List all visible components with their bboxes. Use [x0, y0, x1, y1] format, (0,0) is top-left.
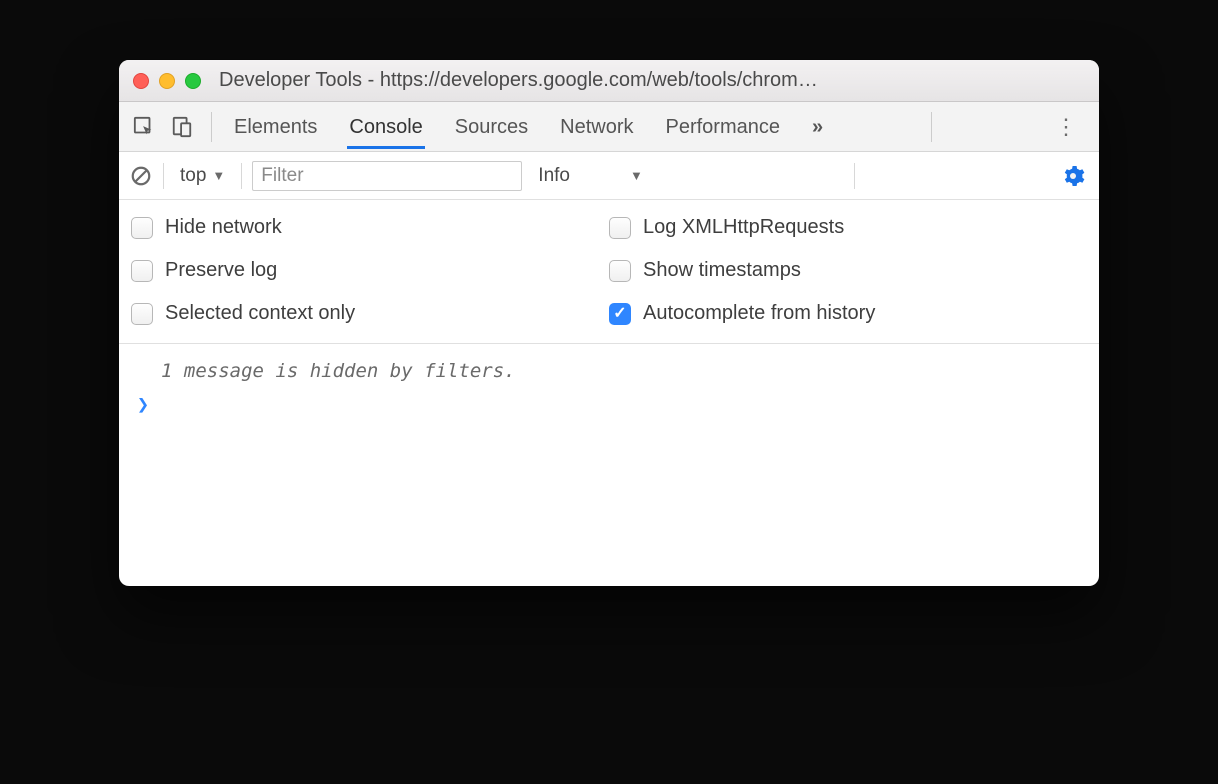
option-log-xhr[interactable]: Log XMLHttpRequests [609, 216, 1087, 239]
tab-console[interactable]: Console [347, 104, 424, 149]
minimize-window-button[interactable] [159, 73, 175, 89]
chevron-down-icon: ▼ [630, 168, 643, 183]
devtools-tabbar: Elements Console Sources Network Perform… [119, 102, 1099, 152]
option-label: Hide network [165, 216, 282, 239]
log-level-label: Info [538, 165, 570, 187]
tabs-overflow-button[interactable]: » [810, 104, 825, 149]
filter-input[interactable] [252, 161, 522, 191]
chevron-down-icon: ▼ [212, 168, 225, 183]
console-filter-bar: top ▼ Info ▼ [119, 152, 1099, 200]
toggle-device-toolbar-icon[interactable] [167, 112, 197, 142]
clear-console-icon[interactable] [129, 164, 153, 188]
console-output: 1 message is hidden by filters. ❯ [119, 344, 1099, 586]
console-prompt[interactable]: ❯ [133, 392, 1085, 416]
divider [211, 112, 212, 142]
devtools-window: Developer Tools - https://developers.goo… [119, 60, 1099, 586]
checkbox[interactable] [609, 260, 631, 282]
option-hide-network[interactable]: Hide network [131, 216, 609, 239]
maximize-window-button[interactable] [185, 73, 201, 89]
option-autocomplete-history[interactable]: Autocomplete from history [609, 302, 1087, 325]
checkbox[interactable] [131, 303, 153, 325]
tab-elements[interactable]: Elements [232, 104, 319, 149]
option-label: Selected context only [165, 302, 355, 325]
context-selector[interactable]: top ▼ [174, 163, 231, 189]
tab-performance[interactable]: Performance [664, 104, 783, 149]
traffic-lights [133, 73, 201, 89]
console-settings-panel: Hide network Log XMLHttpRequests Preserv… [119, 200, 1099, 344]
option-label: Preserve log [165, 259, 277, 282]
option-selected-context-only[interactable]: Selected context only [131, 302, 609, 325]
checkbox[interactable] [609, 217, 631, 239]
close-window-button[interactable] [133, 73, 149, 89]
divider [931, 112, 932, 142]
tabs-container: Elements Console Sources Network Perform… [232, 104, 825, 149]
checkbox[interactable] [131, 260, 153, 282]
window-title: Developer Tools - https://developers.goo… [219, 69, 1085, 92]
context-label: top [180, 165, 206, 187]
tab-sources[interactable]: Sources [453, 104, 530, 149]
checkbox[interactable] [131, 217, 153, 239]
filtered-messages-notice: 1 message is hidden by filters. [133, 356, 1085, 392]
log-level-selector[interactable]: Info ▼ [532, 165, 649, 187]
checkbox[interactable] [609, 303, 631, 325]
option-label: Show timestamps [643, 259, 801, 282]
divider [241, 163, 242, 189]
option-label: Autocomplete from history [643, 302, 875, 325]
divider [854, 163, 855, 189]
divider [163, 163, 164, 189]
option-preserve-log[interactable]: Preserve log [131, 259, 609, 282]
titlebar: Developer Tools - https://developers.goo… [119, 60, 1099, 102]
option-label: Log XMLHttpRequests [643, 216, 844, 239]
tab-network[interactable]: Network [558, 104, 635, 149]
more-options-button[interactable]: ⋮ [1043, 114, 1089, 140]
option-show-timestamps[interactable]: Show timestamps [609, 259, 1087, 282]
inspect-element-icon[interactable] [129, 112, 159, 142]
console-settings-icon[interactable] [1061, 164, 1089, 188]
